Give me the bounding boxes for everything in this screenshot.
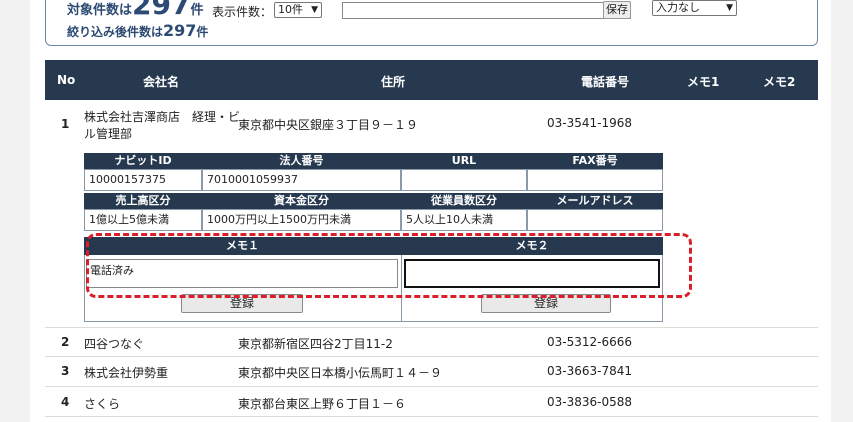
- header-no: No: [57, 73, 76, 87]
- filtered-count-value: 297: [163, 21, 197, 40]
- header-address: 住所: [381, 75, 406, 89]
- header-memo2: メモ2: [763, 75, 796, 89]
- row-divider: [45, 416, 818, 417]
- detail-corp-number: 7010001059937: [202, 169, 401, 191]
- row-company-line2: ル管理部: [84, 127, 133, 141]
- detail-employees: 5人以上10人未満: [401, 209, 527, 231]
- filtered-count-suffix: 件: [196, 25, 209, 39]
- detail-header-corp-number: 法人番号: [202, 153, 401, 169]
- input-filter-value: 入力なし: [656, 1, 700, 14]
- row-no: 1: [61, 117, 70, 131]
- row-phone: 03-3541-1968: [547, 116, 633, 130]
- display-count-label: 表示件数：: [212, 5, 273, 19]
- row-no: 4: [61, 395, 70, 409]
- total-count: 対象件数は297件: [67, 0, 203, 21]
- row-company: 四谷つなぐ: [84, 337, 145, 351]
- memo-highlight-frame: [86, 233, 692, 298]
- row-divider: [45, 356, 818, 357]
- detail-email: [527, 209, 663, 231]
- display-count-select[interactable]: 10件 ▼: [274, 2, 322, 18]
- table-header: No 会社名 住所 電話番号 メモ1 メモ2: [45, 60, 818, 100]
- detail-sales: 1億以上5億未満: [84, 209, 202, 231]
- header-memo1: メモ1: [687, 75, 720, 89]
- total-count-value: 297: [132, 0, 191, 21]
- filtered-count: 絞り込み後件数は297件: [67, 21, 208, 40]
- detail-url: [401, 169, 527, 191]
- row-phone: 03-3836-0588: [547, 395, 633, 409]
- header-phone: 電話番号: [581, 75, 630, 89]
- filtered-count-label: 絞り込み後件数は: [67, 25, 164, 39]
- search-input[interactable]: [342, 2, 631, 19]
- detail-capital: 1000万円以上1500万円未満: [202, 209, 401, 231]
- detail-header-email: メールアドレス: [527, 193, 663, 209]
- input-filter-select[interactable]: 入力なし ▼: [652, 0, 737, 16]
- row-phone: 03-3663-7841: [547, 364, 633, 378]
- row-company: さくら: [84, 397, 121, 411]
- detail-header-capital: 資本金区分: [202, 193, 401, 209]
- chevron-down-icon: ▼: [726, 3, 733, 13]
- display-count-value: 10件: [278, 3, 303, 16]
- row-phone: 03-5312-6666: [547, 335, 633, 349]
- header-company: 会社名: [143, 75, 180, 89]
- detail-fax: [527, 169, 663, 191]
- row-company: 株式会社伊勢重: [84, 366, 169, 380]
- page: 対象件数は297件 絞り込み後件数は297件 表示件数： 10件 ▼ 保存 入力…: [30, 0, 831, 422]
- row-address: 東京都新宿区四谷2丁目11-2: [238, 337, 393, 351]
- row-divider: [45, 386, 818, 387]
- detail-header-sales: 売上高区分: [84, 193, 202, 209]
- detail-header-fax: FAX番号: [527, 153, 663, 169]
- save-button[interactable]: 保存: [603, 1, 631, 19]
- row-divider: [45, 327, 818, 328]
- row-no: 2: [61, 335, 70, 349]
- total-count-suffix: 件: [190, 3, 204, 18]
- row-address: 東京都中央区銀座３丁目９－１９: [238, 118, 419, 132]
- detail-header-navit-id: ナビットID: [84, 153, 202, 169]
- row-address: 東京都中央区日本橋小伝馬町１４－９: [238, 366, 443, 380]
- detail-header-employees: 従業員数区分: [401, 193, 527, 209]
- row-company-line1: 株式会社吉澤商店 経理・ビ: [84, 110, 241, 124]
- detail-navit-id: 10000157375: [84, 169, 202, 191]
- row-no: 3: [61, 364, 70, 378]
- row-address: 東京都台東区上野６丁目１－６: [238, 397, 407, 411]
- detail-header-url: URL: [401, 153, 527, 169]
- chevron-down-icon: ▼: [311, 5, 318, 15]
- total-count-label: 対象件数は: [67, 3, 133, 18]
